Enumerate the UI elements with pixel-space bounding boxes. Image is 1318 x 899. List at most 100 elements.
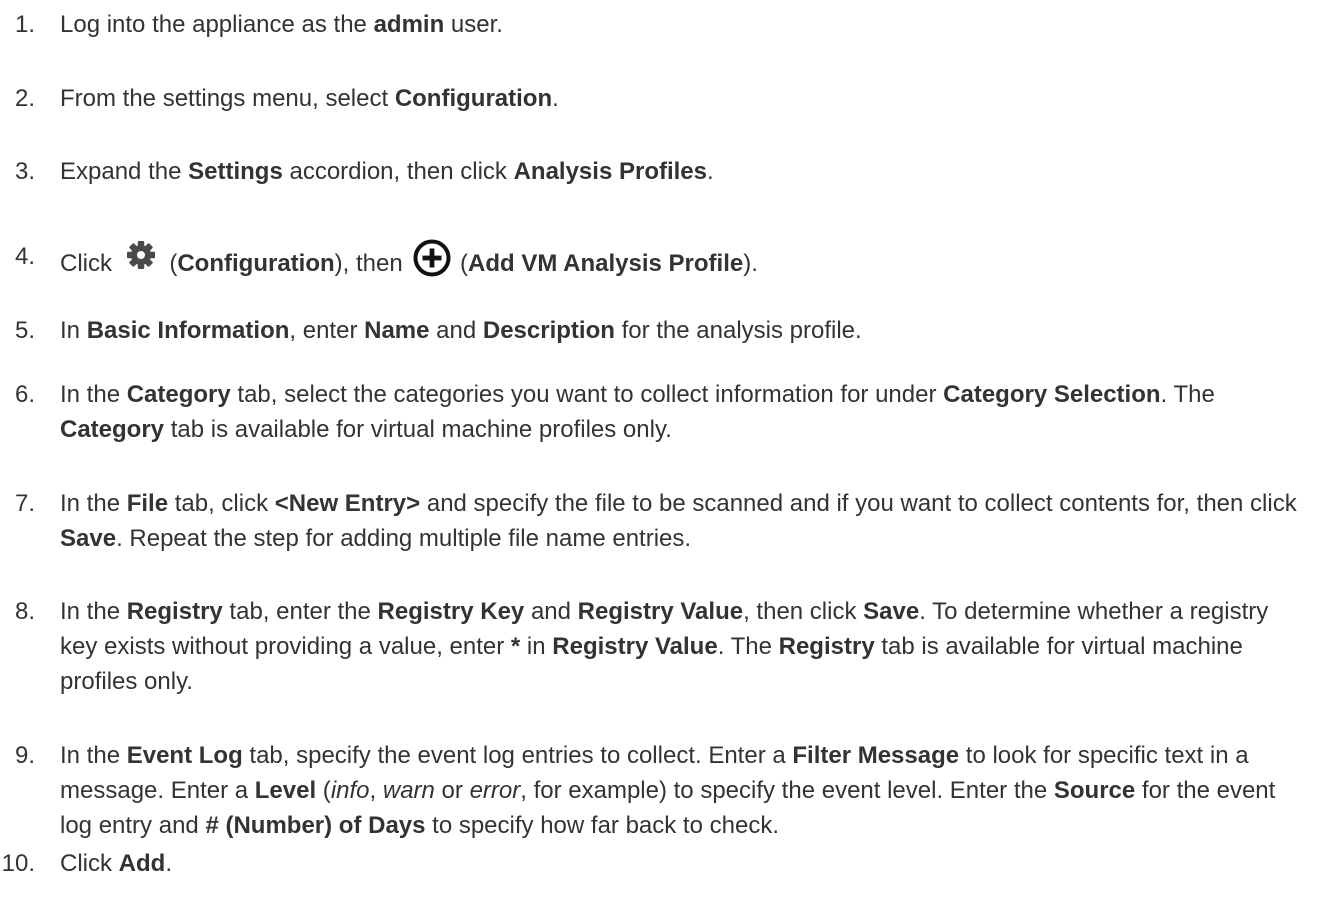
step-8-text-1: In the bbox=[60, 598, 127, 625]
step-1: 1. Log into the appliance as the admin u… bbox=[0, 7, 1300, 42]
step-9-text-1: In the bbox=[60, 742, 127, 769]
step-7-text-1: In the bbox=[60, 490, 127, 517]
step-8-text-3: and bbox=[524, 598, 578, 625]
step-2: 2. From the settings menu, select Config… bbox=[0, 81, 1300, 116]
step-9-text-4: ( bbox=[316, 777, 331, 804]
step-7-bold-2: <New Entry> bbox=[274, 490, 421, 517]
step-6-bold-2: Category Selection bbox=[943, 381, 1161, 408]
step-8-bold-5: * bbox=[510, 633, 521, 660]
step-4-bold-2: Add VM Analysis Profile bbox=[468, 250, 744, 277]
step-8: 8. In the Registry tab, enter the Regist… bbox=[0, 594, 1300, 699]
step-5-text-2: , enter bbox=[289, 317, 365, 344]
step-9-bold-2: Filter Message bbox=[792, 742, 960, 769]
step-8-text-2: tab, enter the bbox=[222, 598, 378, 625]
step-text: Click (Configuration), then (Add VM Anal… bbox=[60, 239, 1300, 281]
step-number: 4. bbox=[14, 243, 35, 270]
step-1-text-2: user. bbox=[444, 11, 503, 38]
plus-circle-icon bbox=[413, 239, 451, 277]
step-7-bold-1: File bbox=[126, 490, 169, 517]
step-7-text-3: and specify the file to be scanned and i… bbox=[420, 490, 1297, 517]
step-1-bold-1: admin bbox=[373, 11, 445, 38]
step-6-text-3: . The bbox=[1160, 381, 1215, 408]
step-4: 4. Click (Configuration), then (Add VM A… bbox=[0, 239, 1300, 281]
step-9: 9. In the Event Log tab, specify the eve… bbox=[0, 738, 1300, 843]
step-text: In the Event Log tab, specify the event … bbox=[60, 738, 1300, 843]
step-4-text-2: ( bbox=[162, 250, 178, 277]
step-10-bold-1: Add bbox=[118, 850, 166, 877]
step-8-bold-3: Registry Value bbox=[577, 598, 744, 625]
step-9-bold-5: # (Number) of Days bbox=[205, 812, 426, 839]
step-8-text-7: . The bbox=[717, 633, 779, 660]
step-text: In the File tab, click <New Entry> and s… bbox=[60, 486, 1300, 556]
step-5: 5. In Basic Information, enter Name and … bbox=[0, 313, 1300, 348]
step-text: From the settings menu, select Configura… bbox=[60, 81, 1300, 116]
step-8-bold-6: Registry Value bbox=[552, 633, 718, 660]
step-2-bold-1: Configuration bbox=[394, 85, 553, 112]
step-10-text-1: Click bbox=[60, 850, 119, 877]
step-6-text-1: In the bbox=[60, 381, 127, 408]
step-number: 8. bbox=[14, 598, 35, 625]
step-6-bold-3: Category bbox=[60, 416, 165, 443]
step-6-text-2: tab, select the categories you want to c… bbox=[230, 381, 944, 408]
step-8-bold-1: Registry bbox=[126, 598, 223, 625]
step-number: 3. bbox=[14, 158, 35, 185]
step-number: 1. bbox=[14, 11, 35, 38]
step-number: 10. bbox=[1, 850, 35, 877]
step-text: Expand the Settings accordion, then clic… bbox=[60, 154, 1300, 189]
step-3-bold-1: Settings bbox=[188, 158, 283, 185]
step-number: 6. bbox=[14, 381, 35, 408]
step-9-text-9: to specify how far back to check. bbox=[425, 812, 779, 839]
step-5-text-4: for the analysis profile. bbox=[614, 317, 862, 344]
step-text: Log into the appliance as the admin user… bbox=[60, 7, 1300, 42]
step-7-text-2: tab, click bbox=[168, 490, 275, 517]
step-number: 9. bbox=[14, 742, 35, 769]
step-5-bold-1: Basic Information bbox=[86, 317, 290, 344]
step-4-text-4: ( bbox=[453, 250, 469, 277]
step-3-text-3: . bbox=[707, 158, 714, 185]
step-text: In Basic Information, enter Name and Des… bbox=[60, 313, 1300, 348]
step-9-bold-1: Event Log bbox=[126, 742, 243, 769]
step-number: 5. bbox=[14, 317, 35, 344]
step-number: 2. bbox=[14, 85, 35, 112]
step-3-bold-2: Analysis Profiles bbox=[513, 158, 707, 185]
step-text: In the Category tab, select the categori… bbox=[60, 377, 1300, 447]
step-8-bold-2: Registry Key bbox=[377, 598, 525, 625]
step-8-text-6: in bbox=[520, 633, 553, 660]
step-8-text-4: , then click bbox=[743, 598, 864, 625]
step-9-italic-2: warn bbox=[382, 777, 435, 804]
step-7-text-4: . Repeat the step for adding multiple fi… bbox=[116, 525, 692, 552]
step-10-text-2: . bbox=[165, 850, 172, 877]
step-4-text-3: ), then bbox=[334, 250, 410, 277]
step-text: In the Registry tab, enter the Registry … bbox=[60, 594, 1300, 699]
step-9-italic-3: error bbox=[469, 777, 521, 804]
step-6-text-4: tab is available for virtual machine pro… bbox=[164, 416, 672, 443]
step-4-text-5: ). bbox=[743, 250, 758, 277]
step-3-text-1: Expand the bbox=[60, 158, 189, 185]
step-number: 7. bbox=[14, 490, 35, 517]
step-3-text-2: accordion, then click bbox=[282, 158, 514, 185]
step-4-text-1: Click bbox=[60, 250, 119, 277]
step-5-text-1: In bbox=[60, 317, 87, 344]
step-6-bold-1: Category bbox=[126, 381, 231, 408]
step-9-text-2: tab, specify the event log entries to co… bbox=[242, 742, 793, 769]
step-text: Click Add. bbox=[60, 846, 1300, 881]
step-9-italic-1: info bbox=[330, 777, 370, 804]
step-3: 3. Expand the Settings accordion, then c… bbox=[0, 154, 1300, 189]
step-10: 10. Click Add. bbox=[0, 846, 1300, 881]
step-4-bold-1: Configuration bbox=[177, 250, 335, 277]
step-9-bold-3: Level bbox=[254, 777, 317, 804]
step-1-text-1: Log into the appliance as the bbox=[60, 11, 374, 38]
step-5-bold-2: Name bbox=[364, 317, 430, 344]
step-6: 6. In the Category tab, select the categ… bbox=[0, 377, 1300, 447]
step-8-bold-7: Registry bbox=[778, 633, 875, 660]
step-8-bold-4: Save bbox=[863, 598, 920, 625]
step-2-text-1: From the settings menu, select bbox=[60, 85, 395, 112]
step-7-bold-3: Save bbox=[60, 525, 117, 552]
step-7: 7. In the File tab, click <New Entry> an… bbox=[0, 486, 1300, 556]
step-5-bold-3: Description bbox=[482, 317, 615, 344]
step-9-text-6: or bbox=[434, 777, 470, 804]
step-2-text-2: . bbox=[552, 85, 559, 112]
step-9-bold-4: Source bbox=[1053, 777, 1136, 804]
gear-icon bbox=[122, 239, 159, 275]
step-9-text-5: , bbox=[369, 777, 383, 804]
